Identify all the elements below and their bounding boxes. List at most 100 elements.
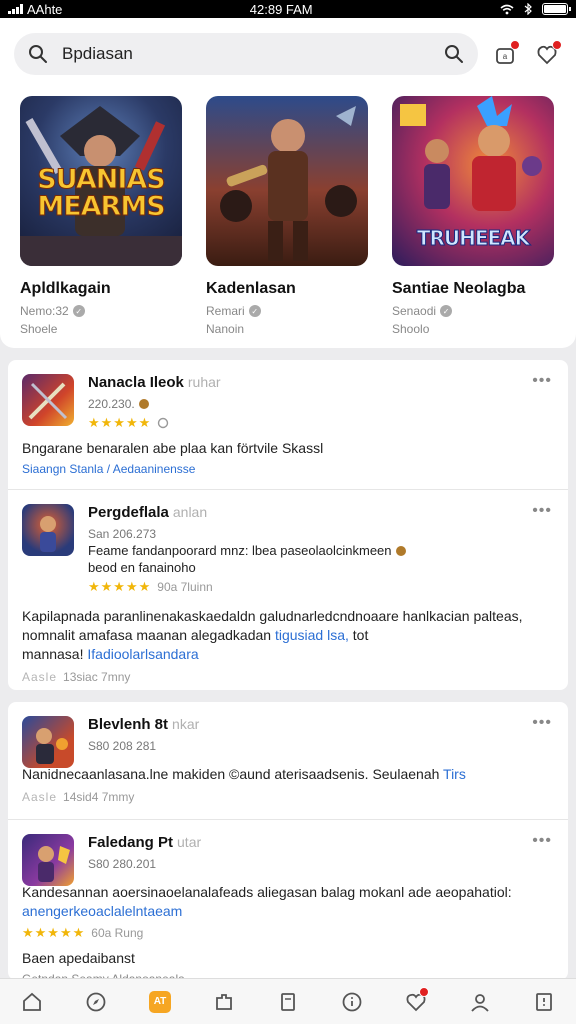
- tab-wishlist[interactable]: [401, 986, 431, 1017]
- game-artwork[interactable]: [206, 96, 368, 266]
- feed-text-link[interactable]: Tirs: [443, 766, 466, 782]
- featured-title: Santiae Neolagba: [392, 280, 526, 297]
- featured-title: Apldlkagain: [20, 280, 111, 297]
- feed-item[interactable]: Nanacla Ileok ruhar 220.230. ★★★★★ Bngara…: [8, 360, 568, 490]
- feed-item[interactable]: Faledang Pt utar S80 280.201 Kandesannan …: [8, 820, 568, 986]
- feed-text-link[interactable]: tigusiad lsa,: [275, 627, 349, 643]
- feed-title-line: Faledang Pt utar: [88, 834, 552, 851]
- more-options-icon[interactable]: •••: [532, 502, 552, 520]
- feed-card: Nanacla Ileok ruhar 220.230. ★★★★★ Bngara…: [8, 360, 568, 690]
- feed-text-body: Kapilapnada paranlinenakaskaedaldn galud…: [22, 608, 523, 643]
- fighter-icon: [40, 516, 56, 552]
- tab-games[interactable]: AT: [145, 987, 175, 1017]
- feed-subtext-line: Feame fandanpoorard mnz: lbea paseolaolc…: [88, 543, 552, 558]
- feed-title: Faledang Pt: [88, 834, 174, 851]
- info-badge-icon: ✓: [248, 305, 261, 317]
- refresh-icon: [158, 417, 169, 429]
- feed-text-link[interactable]: anengerkeoaclalelntaeam: [22, 903, 182, 919]
- battery-icon: [541, 3, 571, 15]
- brawler-icon: [36, 728, 68, 764]
- feed-subtext: Feame fandanpoorard mnz: lbea paseolaolc…: [88, 543, 392, 558]
- game-thumbnail[interactable]: [22, 716, 74, 768]
- featured-meta-text: Remari: [206, 304, 245, 318]
- notifications-button[interactable]: a: [490, 39, 520, 69]
- tab-explore[interactable]: [81, 987, 111, 1017]
- feed-item[interactable]: Pergdeflala anlan San 206.273 Feame fanda…: [8, 490, 568, 688]
- feed-tags[interactable]: Siaangn Stanla / Aedaaninensse: [22, 462, 552, 476]
- feed-text-2-body: mannasa!: [22, 645, 84, 662]
- wishlist-badge: [552, 40, 562, 50]
- profile-icon: [471, 993, 489, 1012]
- featured-sub: Shoolo: [392, 322, 430, 336]
- rating-meta: 90a 7luinn: [157, 580, 213, 594]
- svg-text:a: a: [503, 52, 508, 61]
- knight-icon: [38, 846, 70, 882]
- more-options-icon[interactable]: •••: [532, 372, 552, 390]
- wifi-icon: [500, 4, 514, 14]
- tab-home[interactable]: [17, 987, 47, 1017]
- feed-title-line: Pergdeflala anlan: [88, 504, 552, 521]
- rating-stars: ★★★★★ 60a Rung: [22, 925, 552, 941]
- featured-item[interactable]: SUANIAS MEARMS Apldlkagain Nemo:32 ✓ Shoe…: [20, 96, 184, 336]
- feed-text-2-link[interactable]: Ifadioolarlsandara: [87, 646, 198, 662]
- feed-date-line: 220.230.: [88, 397, 552, 411]
- feed-title: Blevlenh 8t: [88, 716, 169, 733]
- feed-card: Blevlenh 8t nkar S80 208 281 Nanidnecaanl…: [8, 702, 568, 986]
- feed-title: Pergdeflala: [88, 504, 169, 521]
- bluetooth-icon: [524, 3, 532, 15]
- featured-title: Kadenlasan: [206, 280, 296, 297]
- featured-meta-text: Nemo:32: [20, 304, 69, 318]
- more-options-icon[interactable]: •••: [532, 832, 552, 850]
- game-thumbnail[interactable]: [22, 504, 74, 556]
- feed-text: Nanidnecaanlasana.lne makiden ©aund ater…: [22, 765, 552, 784]
- featured-games: SUANIAS MEARMS Apldlkagain Nemo:32 ✓ Shoe…: [20, 96, 556, 336]
- featured-sub: Nanoin: [206, 322, 245, 336]
- tab-info[interactable]: [337, 987, 367, 1017]
- feed-text: Kapilapnada paranlinenakaskaedaldn galud…: [22, 607, 552, 645]
- footer-rating-text: Aasle: [22, 669, 58, 684]
- swords-icon: [28, 382, 68, 420]
- search-input[interactable]: [62, 44, 430, 64]
- search-bar[interactable]: [14, 33, 478, 75]
- game-artwork[interactable]: TRUHEEAK: [392, 96, 554, 266]
- wishlist-button[interactable]: [532, 39, 562, 69]
- game-art-title: SUANIAS MEARMS: [37, 164, 166, 222]
- notification-badge: [510, 40, 520, 50]
- feed-date: S80 208 281: [88, 739, 157, 753]
- feed-text-2: Baen apedaibanst: [22, 949, 135, 966]
- feed-text-body: Kandesannan aoersinaoelanalafeads aliega…: [22, 884, 512, 900]
- rating-stars-text: ★★★★★: [88, 415, 152, 430]
- tab-apps[interactable]: [209, 987, 239, 1017]
- info-badge-icon: ✓: [72, 305, 85, 317]
- tab-library[interactable]: [273, 987, 303, 1017]
- feed-title-faint: nkar: [172, 716, 200, 732]
- rating-stars: ★★★★★ 90a 7luinn: [88, 579, 552, 595]
- featured-item[interactable]: Kadenlasan Remari ✓ Nanoin: [206, 96, 370, 336]
- feed-text-tail: tot: [352, 626, 369, 643]
- game-thumbnail[interactable]: [22, 374, 74, 426]
- carrier-label: AAhte: [27, 1, 63, 17]
- coin-icon: [138, 399, 149, 409]
- feed-subtext-2: beod en fanainoho: [88, 560, 196, 575]
- more-options-icon[interactable]: •••: [532, 714, 552, 732]
- footer-meta: 14sid4 7mmy: [63, 789, 135, 804]
- tab-profile[interactable]: [465, 987, 495, 1017]
- feed-item[interactable]: Blevlenh 8t nkar S80 208 281 Nanidnecaanl…: [8, 702, 568, 820]
- search-submit-icon[interactable]: [444, 44, 464, 64]
- feed-title-line: Nanacla Ileok ruhar: [88, 374, 552, 391]
- footer-meta: 13siac 7mny: [63, 669, 131, 684]
- feed-date: S80 280.201: [88, 857, 157, 871]
- coin-icon: [395, 545, 406, 556]
- tab-menu[interactable]: [529, 987, 559, 1017]
- featured-meta-text: Senaodi: [392, 304, 437, 318]
- footer-rating: Aasle 13siac 7mny: [22, 670, 552, 684]
- feed-date: 220.230.: [88, 397, 135, 411]
- games-icon: AT: [149, 990, 171, 1013]
- info-badge-icon: ✓: [440, 305, 453, 317]
- home-icon: [23, 992, 41, 1011]
- featured-item[interactable]: TRUHEEAK Santiae Neolagba Senaodi ✓ Shool…: [392, 96, 556, 336]
- puzzle-icon: [216, 993, 232, 1010]
- game-thumbnail[interactable]: [22, 834, 74, 886]
- status-bar: AAhte 42:89 FAM: [0, 0, 576, 18]
- game-artwork[interactable]: SUANIAS MEARMS: [20, 96, 182, 266]
